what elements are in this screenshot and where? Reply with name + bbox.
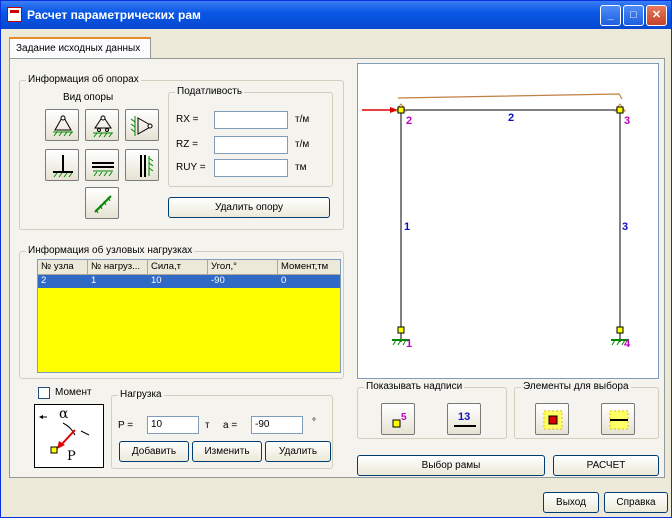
svg-text:13: 13 [458, 411, 470, 423]
pinned-support-icon [53, 114, 73, 137]
cell-load-num: 1 [91, 275, 97, 286]
calculate-button[interactable]: РАСЧЕТ [553, 455, 659, 476]
cell-force: 10 [151, 275, 162, 286]
ruy-unit: тм [295, 162, 307, 173]
a-input[interactable]: -90 [251, 416, 303, 434]
select-nodes-toggle[interactable] [535, 403, 569, 435]
minimize-button[interactable]: _ [600, 5, 621, 26]
element-label-3: 3 [622, 221, 628, 233]
select-element-icon [609, 410, 629, 430]
svg-text:P: P [67, 449, 76, 464]
ruy-label: RUY = [176, 162, 206, 173]
show-labels-title: Показывать надписи [364, 381, 465, 392]
a-label: a = [223, 420, 238, 431]
p-label: P = [118, 420, 134, 431]
a-unit: ° [312, 417, 316, 428]
side-pinned-support-icon [130, 116, 154, 136]
support-slider-vertical-button[interactable] [125, 149, 159, 181]
select-node-icon [543, 410, 563, 430]
support-roller-button[interactable] [85, 109, 119, 141]
show-node-numbers-toggle[interactable]: 5 [381, 403, 415, 435]
col-angle[interactable]: Угол,° [208, 260, 278, 275]
node-numbers-icon: 5 [392, 412, 407, 428]
load-angle-icon: α P [39, 406, 90, 464]
cell-node: 2 [41, 275, 47, 286]
moment-label: Момент [55, 387, 92, 398]
inclined-support-icon [94, 195, 112, 214]
slider-vertical-icon [140, 155, 154, 177]
main-window: Расчет параметрических рам _ □ ✕ Задание… [0, 0, 672, 518]
ruy-input[interactable] [214, 159, 288, 177]
add-load-button[interactable]: Добавить [119, 441, 189, 462]
support-slider-horizontal-button[interactable] [85, 149, 119, 181]
slider-horizontal-icon [92, 162, 114, 177]
rx-unit: т/м [295, 114, 310, 125]
col-moment[interactable]: Момент,тм [278, 260, 340, 275]
select-frame-button[interactable]: Выбор рамы [357, 455, 545, 476]
tab-input-data[interactable]: Задание исходных данных [9, 37, 151, 59]
cell-moment: 0 [281, 275, 287, 286]
exit-button[interactable]: Выход [543, 492, 599, 513]
node-2-marker [397, 106, 405, 114]
support-inclined-button[interactable] [85, 187, 119, 219]
close-button[interactable]: ✕ [646, 5, 667, 26]
p-unit: т [205, 420, 210, 431]
rz-input[interactable] [214, 136, 288, 154]
load-group-title: Нагрузка [118, 389, 164, 400]
support-pinned-button[interactable] [45, 109, 79, 141]
node-1-marker [397, 326, 405, 334]
show-element-numbers-toggle[interactable]: 13 [447, 403, 481, 435]
rz-label: RZ = [176, 139, 198, 150]
support-fixed-button[interactable] [45, 149, 79, 181]
show-labels-group: Показывать надписи [357, 381, 507, 439]
cell-angle: -90 [211, 275, 225, 286]
app-icon [7, 7, 22, 22]
change-load-button[interactable]: Изменить [192, 441, 262, 462]
deformed-shape [397, 93, 623, 100]
supports-group-title: Информация об опорах [26, 74, 141, 85]
col-load-num[interactable]: № нагруз... [88, 260, 148, 275]
svg-text:α: α [59, 406, 69, 422]
delete-support-button[interactable]: Удалить опору [168, 197, 330, 218]
node-3-marker [616, 106, 624, 114]
moment-checkbox[interactable] [38, 387, 50, 399]
node-label-2: 2 [406, 115, 412, 127]
rz-unit: т/м [295, 139, 310, 150]
select-elements-toggle[interactable] [601, 403, 635, 435]
delete-load-button[interactable]: Удалить [265, 441, 331, 462]
loads-table[interactable]: № узла № нагруз... Сила,т Угол,° Момент,… [37, 259, 341, 373]
p-input[interactable]: 10 [147, 416, 199, 434]
node-label-3: 3 [624, 115, 630, 127]
title-bar[interactable]: Расчет параметрических рам _ □ ✕ [1, 1, 671, 29]
support-type-label: Вид опоры [63, 92, 114, 103]
frame-drawing: 2 3 1 4 2 1 3 [362, 93, 631, 350]
element-label-1: 1 [404, 221, 410, 233]
frame-canvas[interactable]: 2 3 1 4 2 1 3 [357, 63, 659, 379]
fixed-support-icon [53, 155, 73, 178]
node-label-1: 1 [406, 338, 412, 350]
rx-input[interactable] [214, 111, 288, 129]
col-force[interactable]: Сила,т [148, 260, 208, 275]
loads-table-header: № узла № нагруз... Сила,т Угол,° Момент,… [38, 260, 340, 275]
window-title: Расчет параметрических рам [27, 8, 201, 22]
select-elements-title: Элементы для выбора [521, 381, 631, 392]
node-4-marker [616, 326, 624, 334]
compliance-title: Податливость [175, 86, 245, 97]
node-label-4: 4 [624, 338, 631, 350]
roller-support-icon [93, 115, 113, 138]
help-button[interactable]: Справка [604, 492, 668, 513]
load-diagram: α P [34, 404, 104, 468]
support-side-pinned-button[interactable] [125, 109, 159, 141]
element-label-2: 2 [508, 112, 514, 124]
table-row[interactable]: 2 1 10 -90 0 [38, 275, 340, 288]
rx-label: RX = [176, 114, 199, 125]
loads-group-title: Информация об узловых нагрузках [26, 245, 195, 256]
svg-text:5: 5 [401, 412, 407, 423]
maximize-button[interactable]: □ [623, 5, 644, 26]
col-node[interactable]: № узла [38, 260, 88, 275]
element-numbers-icon: 13 [454, 411, 476, 427]
